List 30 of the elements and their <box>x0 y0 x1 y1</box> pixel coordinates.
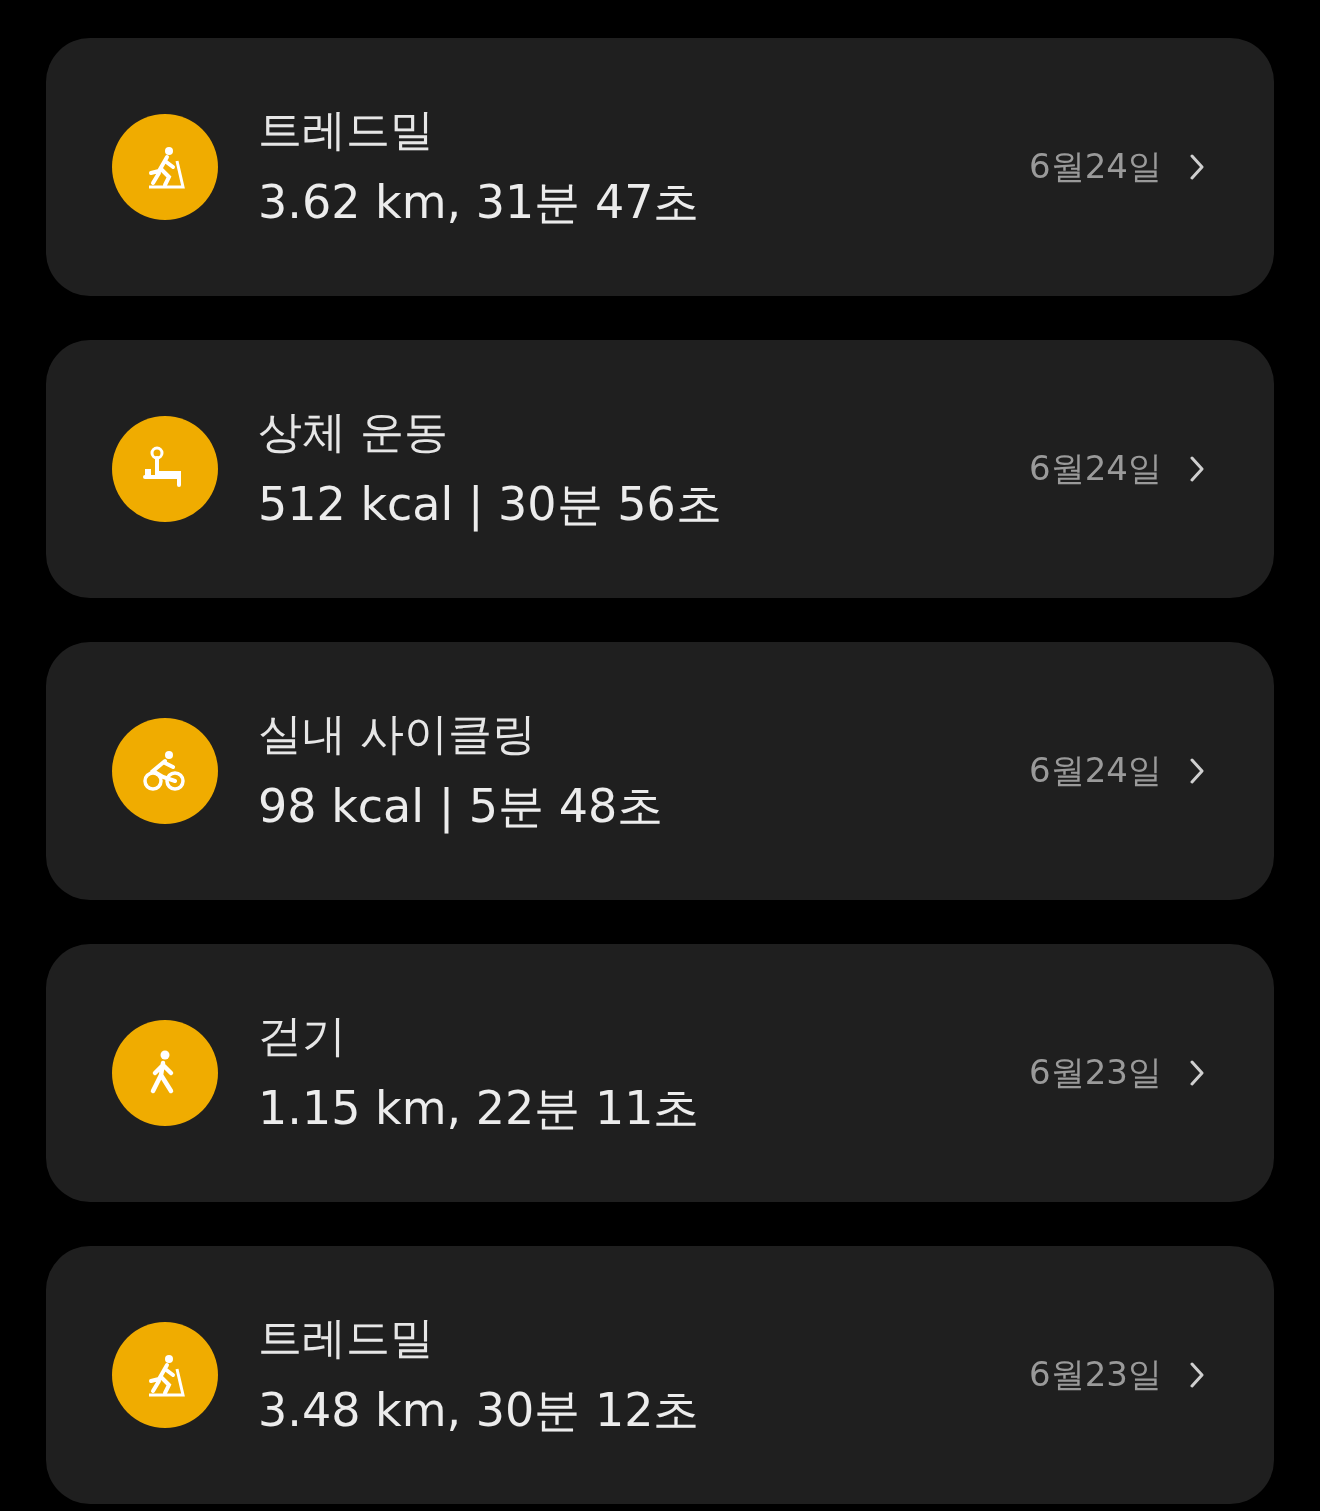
workout-summary: 98 kcal | 5분 48초 <box>258 778 665 836</box>
workout-date: 6월24일 <box>1029 447 1162 490</box>
workout-date: 6월24일 <box>1029 749 1162 792</box>
walking-icon <box>150 1050 174 1094</box>
chevron-icon <box>1190 456 1204 482</box>
workout-card[interactable]: 트레드밀 3.62 km, 31분 47초 6월24일 <box>46 38 1274 296</box>
workout-date: 6월23일 <box>1029 1051 1162 1094</box>
workout-card[interactable]: 걷기 1.15 km, 22분 11초 6월23일 <box>46 944 1274 1202</box>
workout-summary: 3.62 km, 31분 47초 <box>258 174 701 231</box>
workout-title: 걷기 <box>258 1009 347 1063</box>
cycling-icon <box>143 751 185 791</box>
chevron-icon <box>1190 1060 1204 1086</box>
chevron-icon <box>1190 154 1204 180</box>
workout-card[interactable]: 실내 사이클링 98 kcal | 5분 48초 6월24일 <box>46 642 1274 900</box>
chevron-icon <box>1190 758 1204 784</box>
workout-card[interactable]: 트레드밀 3.48 km, 30분 12초 6월23일 <box>46 1246 1274 1504</box>
treadmill-icon <box>149 1355 185 1397</box>
workout-date: 6월23일 <box>1029 1353 1162 1396</box>
workout-title: 트레드밀 <box>258 1311 435 1365</box>
workout-title: 트레드밀 <box>258 103 435 157</box>
workout-summary: 3.48 km, 30분 12초 <box>258 1382 701 1439</box>
workout-summary: 512 kcal | 30분 56초 <box>258 476 723 534</box>
workout-card[interactable]: 상체 운동 512 kcal | 30분 56초 6월24일 <box>46 340 1274 598</box>
chevron-icon <box>1190 1362 1204 1388</box>
workout-date: 6월24일 <box>1029 145 1162 188</box>
bench-press-icon <box>143 446 181 487</box>
treadmill-icon <box>149 147 185 189</box>
workout-summary: 1.15 km, 22분 11초 <box>258 1080 701 1137</box>
workout-title: 실내 사이클링 <box>258 707 537 761</box>
workout-title: 상체 운동 <box>258 405 449 459</box>
